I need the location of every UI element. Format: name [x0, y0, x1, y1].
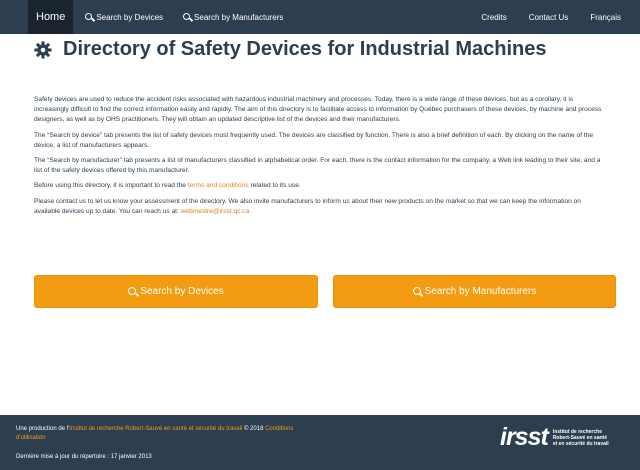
page-title: Directory of Safety Devices for Industri… [63, 38, 547, 60]
intro-paragraph-2: The “Search by device” tab presents the … [34, 131, 594, 149]
nav-search-manufacturers[interactable]: Search by Manufacturers [173, 0, 293, 34]
intro-p5-text: Please contact us to let us know your as… [34, 197, 581, 215]
search-manufacturers-button-label: Search by Manufacturers [424, 286, 537, 297]
logo-wordmark: irsst [500, 423, 549, 451]
page-header: Directory of Safety Devices for Industri… [34, 38, 547, 61]
nav-search-devices-label: Search by Devices [96, 12, 164, 22]
search-devices-button-label: Search by Devices [140, 286, 224, 297]
search-icon [183, 12, 191, 20]
footer-prefix: Une production de l' [16, 426, 70, 432]
intro-p4-after: related to its use. [248, 182, 301, 190]
intro-paragraph-5: Please contact us to let us know your as… [34, 197, 606, 217]
logo-caption-line3: et en sécurité du travail [552, 440, 609, 447]
intro-text: Safety devices are used to reduce the ac… [34, 95, 606, 222]
nav-search-manufacturers-label: Search by Manufacturers [194, 12, 284, 22]
nav-left-group: Search by Devices Search by Manufacturer… [75, 0, 293, 34]
top-navbar: Home Search by Devices Search by Manufac… [0, 0, 640, 34]
logo-caption-line2: Robert-Sauvé en santé [552, 434, 607, 441]
nav-right-group: Credits Contact Us Français [470, 0, 632, 34]
email-link[interactable]: webmestre@irsst.qc.ca [181, 208, 250, 215]
nav-credits[interactable]: Credits [470, 0, 517, 34]
nav-home[interactable]: Home [28, 0, 74, 34]
footer-last-update: Dernière mise à jour du répertoire : 17 … [16, 454, 152, 460]
intro-paragraph-4: Before using this directory, it is impor… [34, 181, 606, 191]
intro-p4-before: Before using this directory, it is impor… [34, 182, 188, 190]
search-icon [412, 286, 421, 295]
intro-paragraph-3: The “Search by manufacturer” tab present… [34, 157, 601, 175]
nav-search-devices[interactable]: Search by Devices [75, 0, 173, 34]
search-manufacturers-button[interactable]: Search by Manufacturers [333, 275, 616, 308]
search-icon [128, 286, 137, 295]
nav-contact[interactable]: Contact Us [518, 0, 580, 34]
footer-production: Une production de l'Institut de recherch… [16, 425, 316, 443]
search-icon [85, 12, 93, 20]
logo-caption-line1: Institut de recherche [552, 428, 602, 435]
nav-language[interactable]: Français [579, 0, 632, 34]
institute-link[interactable]: Institut de recherche Robert-Sauvé en sa… [69, 426, 242, 432]
footer: Une production de l'Institut de recherch… [0, 415, 640, 470]
terms-conditions-link[interactable]: terms and conditions [188, 182, 249, 189]
gear-icon [34, 40, 52, 59]
intro-paragraph-1: Safety devices are used to reduce the ac… [34, 96, 602, 124]
footer-copyright: © 2018 [242, 426, 266, 432]
logo-caption: Institut de recherche Robert-Sauvé en sa… [553, 429, 609, 447]
search-devices-button[interactable]: Search by Devices [34, 275, 318, 308]
irsst-logo[interactable]: irsst Institut de recherche Robert-Sauvé… [500, 423, 609, 452]
